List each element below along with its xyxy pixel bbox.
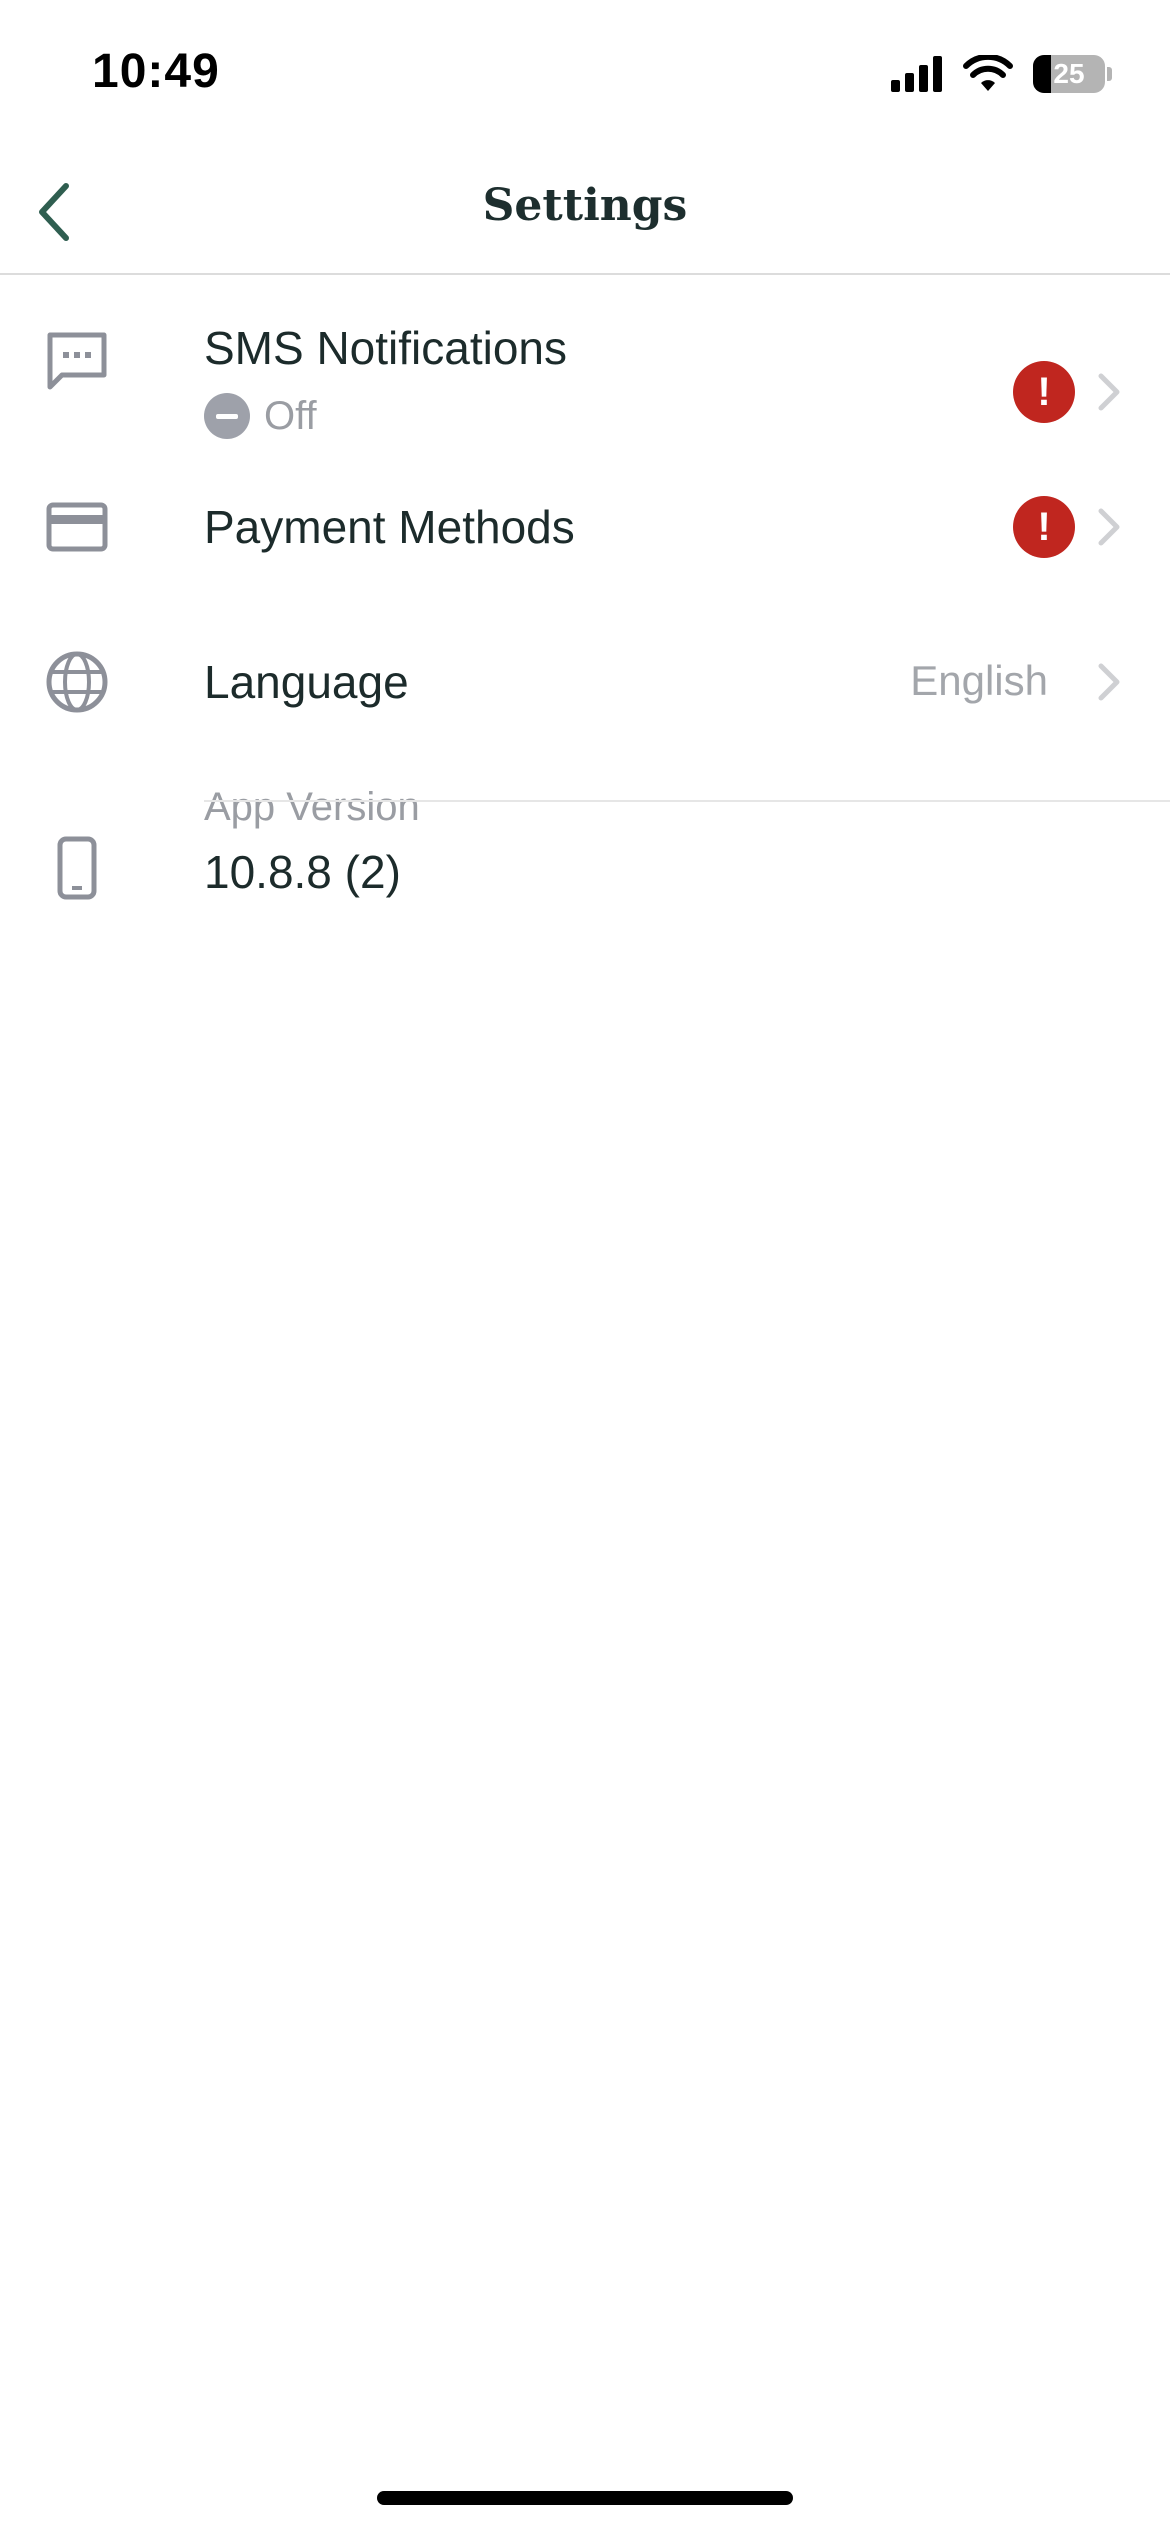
page-title: Settings — [482, 180, 688, 231]
credit-card-icon — [44, 494, 110, 560]
status-icons: 25 — [891, 50, 1112, 98]
settings-screen: 10:49 25 Settings SMS Notifications Off … — [0, 0, 1170, 2532]
sms-notifications-title: SMS Notifications — [204, 322, 568, 374]
alert-icon: ! — [1013, 361, 1075, 423]
sms-status-label: Off — [264, 393, 317, 438]
cellular-signal-icon — [891, 56, 942, 92]
app-version-label: App Version — [204, 785, 420, 829]
home-indicator — [377, 2491, 793, 2505]
globe-icon — [44, 649, 110, 715]
app-version-row: App Version 10.8.8 (2) — [0, 751, 1170, 941]
chevron-right-icon — [1098, 373, 1120, 411]
alert-icon: ! — [1013, 496, 1075, 558]
status-bar: 10:49 25 — [0, 0, 1170, 150]
sms-notifications-row[interactable]: SMS Notifications Off ! — [0, 275, 1170, 450]
language-value: English — [910, 657, 1048, 704]
language-title: Language — [204, 656, 409, 708]
section-divider — [204, 800, 1170, 802]
chevron-right-icon — [1098, 508, 1120, 546]
wifi-icon — [963, 55, 1013, 91]
payment-methods-row[interactable]: Payment Methods ! — [0, 450, 1170, 605]
battery-icon: 25 — [1033, 55, 1105, 93]
payment-methods-title: Payment Methods — [204, 501, 575, 553]
minus-circle-icon — [204, 393, 250, 439]
settings-list: SMS Notifications Off ! Payment Methods … — [0, 275, 1170, 941]
language-row[interactable]: Language English — [0, 605, 1170, 751]
phone-icon — [44, 835, 110, 901]
status-time: 10:49 — [92, 45, 220, 98]
message-icon — [44, 329, 110, 395]
chevron-right-icon — [1098, 663, 1120, 701]
battery-level: 25 — [1053, 58, 1085, 89]
navigation-bar: Settings — [0, 150, 1170, 275]
app-version-value: 10.8.8 (2) — [204, 846, 401, 898]
sms-notifications-status: Off — [204, 393, 317, 439]
battery-tip — [1107, 67, 1112, 81]
